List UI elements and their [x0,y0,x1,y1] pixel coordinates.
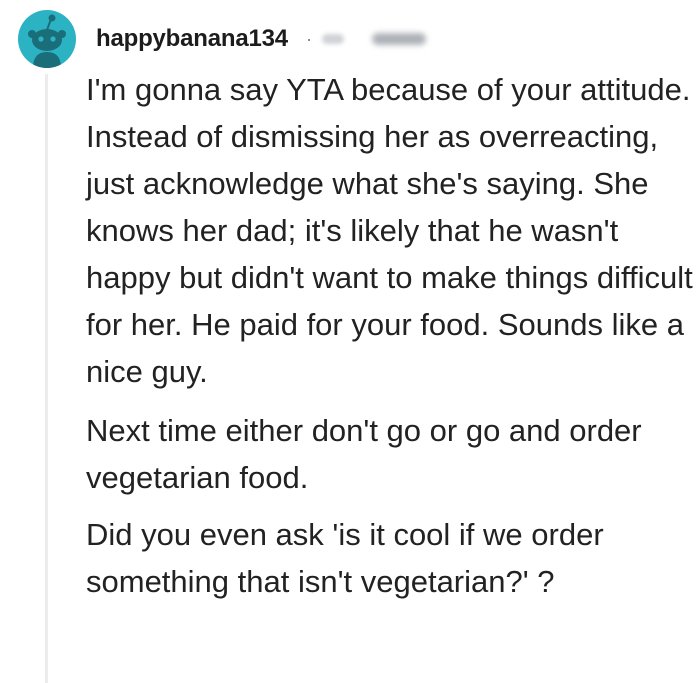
comment-paragraph: Next time either don't go or go and orde… [86,413,642,495]
redacted-meta [321,34,344,44]
comment-paragraph: I'm gonna say YTA because of your attitu… [86,72,693,389]
user-avatar[interactable] [18,10,76,68]
separator-dot: · [305,28,312,49]
snoo-avatar-icon [28,14,66,68]
comment-body: I'm gonna say YTA because of your attitu… [86,66,694,605]
comment-paragraph: Did you even ask 'is it cool if we order… [86,517,604,599]
thread-line[interactable] [45,74,48,683]
comment-header: happybanana134 · [96,22,426,56]
username[interactable]: happybanana134 [96,25,288,53]
redacted-timestamp [371,33,426,45]
